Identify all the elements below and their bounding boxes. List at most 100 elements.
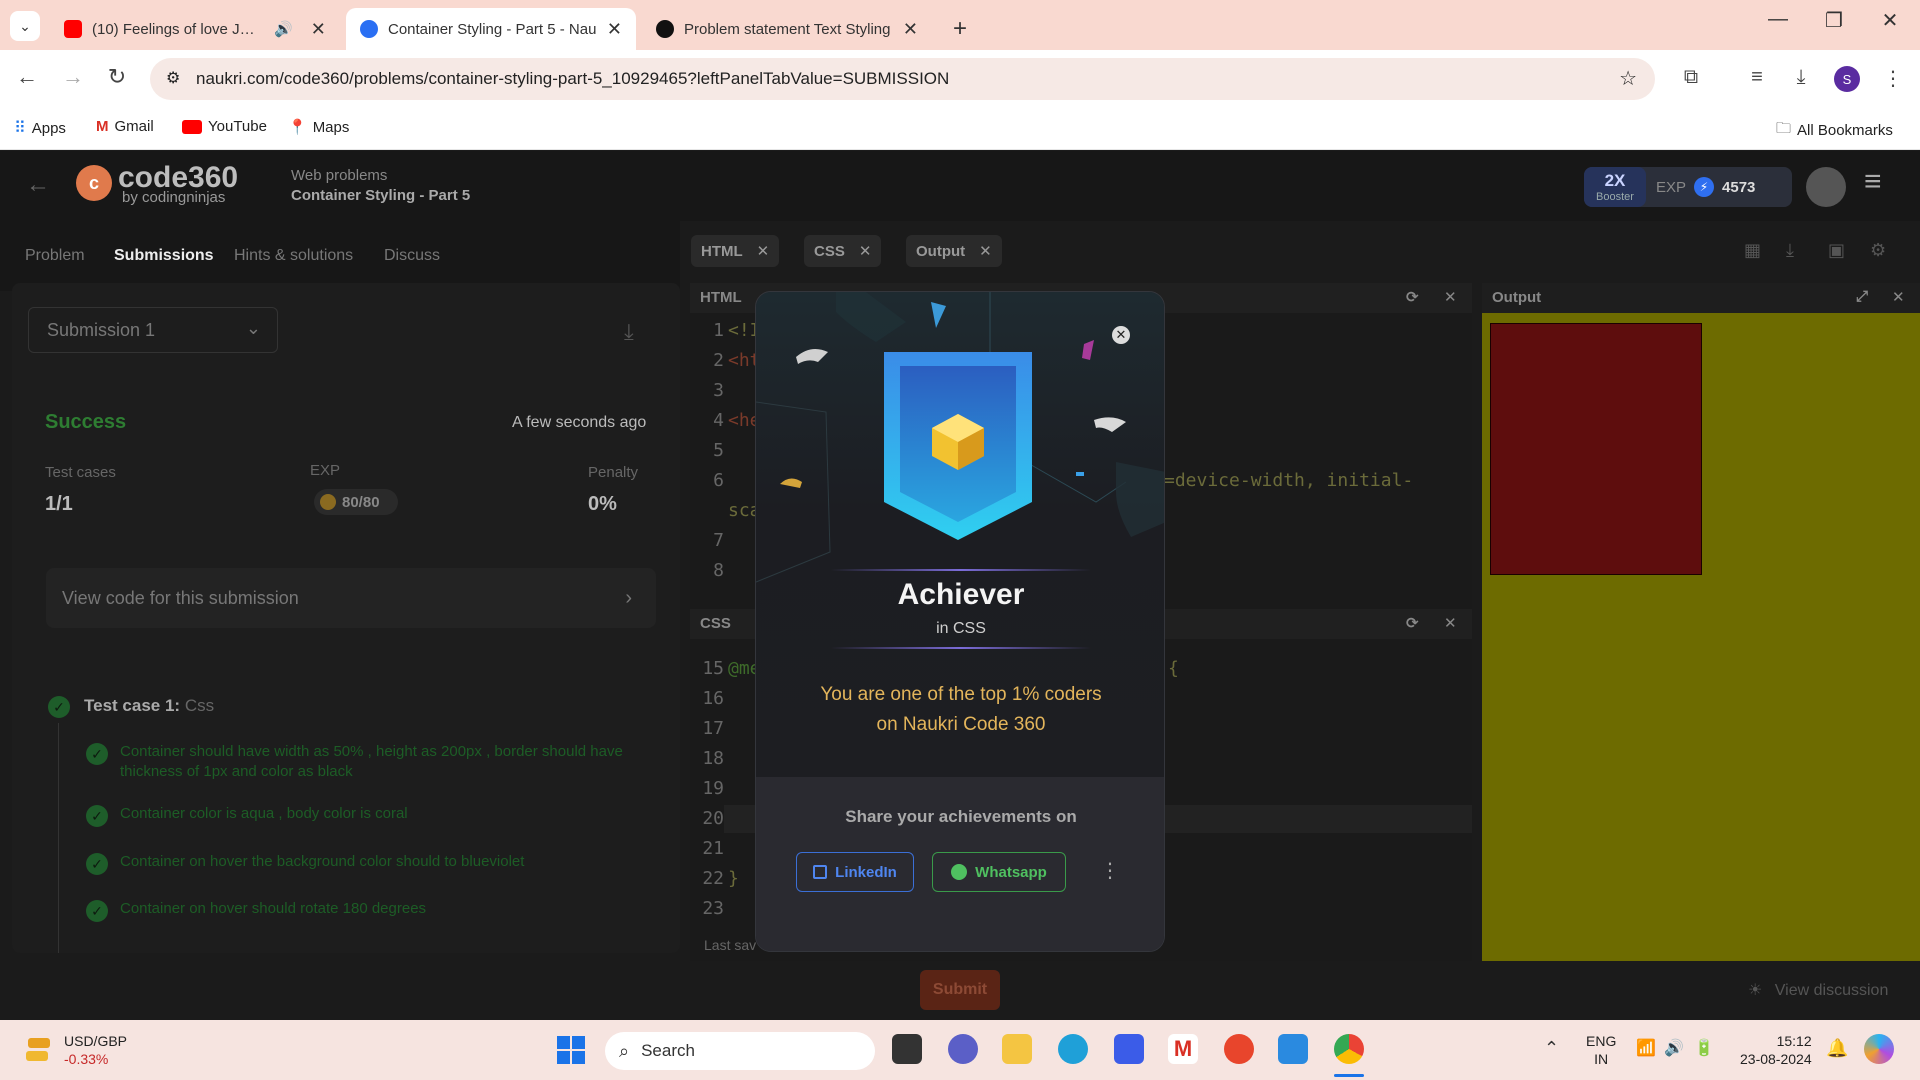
browser-tab-youtube[interactable]: (10) Feelings of love Jukebo 🔊 ✕ bbox=[50, 8, 340, 50]
hamburger-menu-icon[interactable]: ≡ bbox=[1864, 165, 1882, 199]
menu-kebab-icon[interactable]: ⋮ bbox=[1878, 66, 1908, 91]
file-explorer-icon[interactable] bbox=[1002, 1034, 1032, 1064]
bookmark-star-icon[interactable]: ☆ bbox=[1619, 66, 1637, 91]
editor-tab-css[interactable]: CSS ✕ bbox=[804, 235, 882, 267]
edge-icon[interactable] bbox=[1058, 1034, 1088, 1064]
download-icon[interactable]: ⤓ bbox=[1786, 240, 1794, 261]
user-avatar[interactable] bbox=[1806, 167, 1846, 207]
browser-toolbar: ← → ↻ ⚙ naukri.com/code360/problems/cont… bbox=[0, 50, 1920, 108]
close-tab-icon[interactable]: ✕ bbox=[607, 19, 622, 40]
chrome-icon[interactable] bbox=[1334, 1034, 1364, 1064]
close-icon[interactable]: ✕ bbox=[1892, 288, 1905, 306]
editor-tab-html[interactable]: HTML ✕ bbox=[691, 235, 780, 267]
teams-icon[interactable] bbox=[948, 1034, 978, 1064]
tab-problem[interactable]: Problem bbox=[25, 247, 85, 265]
tab-submissions[interactable]: Submissions bbox=[114, 247, 214, 265]
expand-icon[interactable]: ⤢ bbox=[1856, 288, 1868, 305]
stock-ticker[interactable]: USD/GBP -0.33% bbox=[64, 1032, 127, 1068]
bookmark-gmail[interactable]: M Gmail bbox=[96, 118, 154, 135]
close-tab-icon[interactable]: ✕ bbox=[903, 19, 918, 40]
view-code-link[interactable]: View code for this submission › bbox=[46, 568, 656, 628]
start-windows-icon[interactable] bbox=[557, 1036, 585, 1064]
back-icon[interactable]: ← bbox=[12, 64, 42, 90]
line-number: 17 bbox=[702, 718, 724, 739]
achievement-title: Achiever bbox=[897, 578, 1025, 611]
minimize-icon[interactable]: — bbox=[1758, 8, 1798, 31]
close-icon[interactable]: ✕ bbox=[1444, 288, 1457, 306]
gmail-icon: M bbox=[96, 118, 109, 135]
speaker-icon[interactable]: 🔊 bbox=[274, 20, 293, 38]
download-icon[interactable]: ⤓ bbox=[624, 319, 634, 345]
app-icon[interactable] bbox=[1114, 1034, 1144, 1064]
task-view-icon[interactable] bbox=[892, 1034, 922, 1064]
linkedin-share-button[interactable]: LinkedIn bbox=[796, 852, 914, 892]
clock[interactable]: 15:12 23-08-2024 bbox=[1740, 1032, 1812, 1068]
line-number: 23 bbox=[702, 898, 724, 919]
layout-icon[interactable]: ▦ bbox=[1744, 240, 1761, 261]
submit-button[interactable]: Submit bbox=[920, 970, 1000, 1010]
code-line: { bbox=[1168, 658, 1179, 679]
media-icon[interactable]: ≡ bbox=[1742, 66, 1772, 89]
view-discussion-button[interactable]: ☀ View discussion bbox=[1748, 980, 1888, 1000]
bookmark-youtube[interactable]: YouTube bbox=[182, 118, 267, 135]
language-indicator[interactable]: ENG IN bbox=[1586, 1032, 1616, 1068]
booster-value: 2X bbox=[1604, 170, 1626, 190]
clock-time: 15:12 bbox=[1776, 1033, 1812, 1049]
download-icon[interactable]: ⤓ bbox=[1786, 66, 1816, 89]
settings-gear-icon[interactable]: ⚙ bbox=[1870, 240, 1886, 261]
close-window-icon[interactable]: ✕ bbox=[1870, 8, 1910, 33]
taskbar-search[interactable]: ⌕ Search bbox=[605, 1032, 875, 1070]
submission-select[interactable]: Submission 1 ⌄ bbox=[28, 307, 278, 353]
address-bar[interactable]: ⚙ naukri.com/code360/problems/container-… bbox=[150, 58, 1655, 100]
extensions-icon[interactable]: ⧉ bbox=[1676, 66, 1706, 89]
back-arrow-icon[interactable]: ← bbox=[26, 171, 50, 199]
bookmark-label: Gmail bbox=[114, 118, 154, 135]
refresh-icon[interactable]: ⟳ bbox=[1406, 288, 1419, 306]
line-number: 20 bbox=[702, 808, 724, 829]
office-icon[interactable] bbox=[1224, 1034, 1254, 1064]
refresh-icon[interactable]: ⟳ bbox=[1406, 614, 1419, 632]
tree-line bbox=[58, 723, 59, 953]
close-icon[interactable]: ✕ bbox=[1444, 614, 1457, 632]
exp-pill[interactable]: 2X Booster EXP ⚡ 4573 bbox=[1584, 167, 1792, 207]
tab-hints[interactable]: Hints & solutions bbox=[234, 247, 353, 265]
line-number: 15 bbox=[702, 658, 724, 679]
bookmark-maps[interactable]: 📍 Maps bbox=[288, 118, 349, 137]
close-modal-button[interactable]: ✕ bbox=[1112, 326, 1130, 344]
tab-discuss[interactable]: Discuss bbox=[384, 247, 440, 265]
search-icon: ⌕ bbox=[619, 1040, 630, 1061]
editor-tab-output[interactable]: Output ✕ bbox=[906, 235, 1002, 267]
bookmark-apps[interactable]: ⠿ Apps bbox=[14, 118, 66, 138]
forward-icon[interactable]: → bbox=[58, 64, 88, 90]
all-bookmarks[interactable]: 🗀 All Bookmarks bbox=[1776, 118, 1893, 143]
lightning-icon: ⚡ bbox=[1694, 177, 1715, 197]
reload-icon[interactable]: ↻ bbox=[102, 64, 132, 90]
browser-tab-text-styling[interactable]: Problem statement Text Styling ✕ bbox=[642, 8, 932, 50]
tab-search-button[interactable]: ⌄ bbox=[10, 11, 40, 41]
battery-icon[interactable]: 🔋 bbox=[1694, 1038, 1714, 1058]
chevron-up-icon[interactable]: ⌃ bbox=[1544, 1038, 1559, 1059]
close-tab-icon[interactable]: ✕ bbox=[311, 19, 326, 40]
more-options-icon[interactable]: ⋮ bbox=[1100, 858, 1120, 883]
check-icon: ✓ bbox=[86, 900, 108, 922]
whatsapp-share-button[interactable]: Whatsapp bbox=[932, 852, 1066, 892]
breadcrumb[interactable]: Web problems bbox=[291, 167, 387, 184]
image-icon[interactable]: ▣ bbox=[1828, 240, 1845, 261]
close-icon[interactable]: ✕ bbox=[979, 242, 992, 260]
copilot-icon[interactable] bbox=[1864, 1034, 1894, 1064]
tab-label: Output bbox=[916, 242, 966, 260]
gmail-icon[interactable]: M bbox=[1168, 1034, 1198, 1064]
site-info-icon[interactable]: ⚙ bbox=[166, 68, 180, 88]
restore-icon[interactable]: ❐ bbox=[1814, 8, 1854, 33]
stocks-widget-icon[interactable] bbox=[24, 1036, 54, 1066]
wifi-icon[interactable]: 📶 bbox=[1636, 1038, 1656, 1058]
notification-bell-icon[interactable]: 🔔 bbox=[1826, 1038, 1848, 1059]
close-icon[interactable]: ✕ bbox=[757, 242, 770, 260]
new-tab-button[interactable]: + bbox=[940, 8, 980, 50]
vscode-icon[interactable] bbox=[1278, 1034, 1308, 1064]
volume-icon[interactable]: 🔊 bbox=[1664, 1038, 1684, 1058]
line-number: 3 bbox=[713, 380, 724, 401]
close-icon[interactable]: ✕ bbox=[859, 242, 872, 260]
browser-tab-code360[interactable]: Container Styling - Part 5 - Nau ✕ bbox=[346, 8, 636, 50]
profile-avatar[interactable]: S bbox=[1834, 66, 1860, 92]
